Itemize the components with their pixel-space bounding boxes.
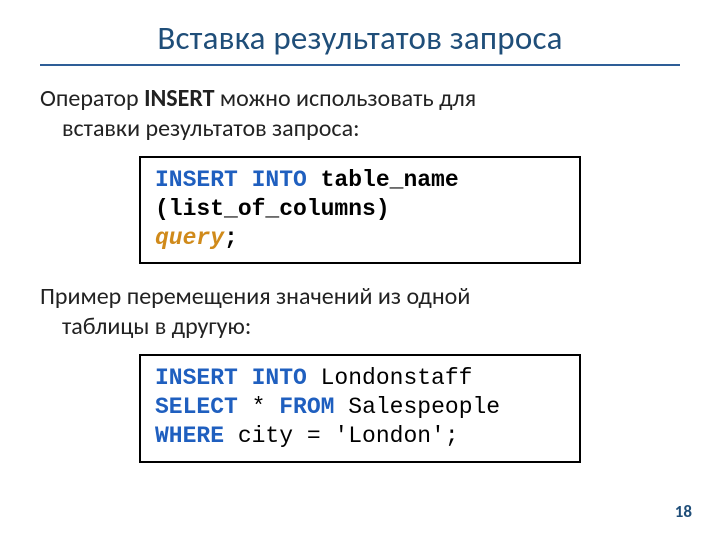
para2-line2: таблицы в другую: (62, 312, 251, 341)
code2-kw-where: WHERE (155, 423, 224, 449)
para1-tail-a: можно использовать для (215, 84, 477, 113)
para1-keyword: INSERT (144, 84, 214, 113)
slide: Вставка результатов запроса Оператор INS… (0, 0, 720, 540)
code2-kw-from: FROM (279, 394, 334, 420)
para1-tail-b: вставки результатов запроса: (62, 114, 360, 143)
title-underline (40, 64, 680, 66)
slide-title: Вставка результатов запроса (40, 18, 680, 58)
paragraph-1: Оператор INSERT можно использовать для в… (40, 84, 680, 144)
code1-columns: (list_of_columns) (155, 196, 390, 222)
code2-star: * (238, 394, 279, 420)
code-block-syntax: INSERT INTO table_name (list_of_columns)… (139, 156, 581, 264)
para2-line1: Пример перемещения значений из одной (40, 282, 470, 311)
code1-tablename: table_name (307, 167, 459, 193)
code2-kw-insert-into: INSERT INTO (155, 365, 307, 391)
page-number: 18 (675, 501, 692, 522)
code2-tail: city = 'London'; (224, 423, 459, 449)
code1-query: query (155, 225, 224, 251)
code2-id1: Londonstaff (307, 365, 473, 391)
paragraph-2: Пример перемещения значений из одной таб… (40, 282, 680, 342)
para1-lead: Оператор (40, 84, 144, 113)
code1-semi: ; (224, 225, 238, 251)
code-block-example: INSERT INTO Londonstaff SELECT * FROM Sa… (139, 354, 581, 462)
code2-kw-select: SELECT (155, 394, 238, 420)
code1-kw-insert-into: INSERT INTO (155, 167, 307, 193)
code2-id2: Salespeople (334, 394, 500, 420)
